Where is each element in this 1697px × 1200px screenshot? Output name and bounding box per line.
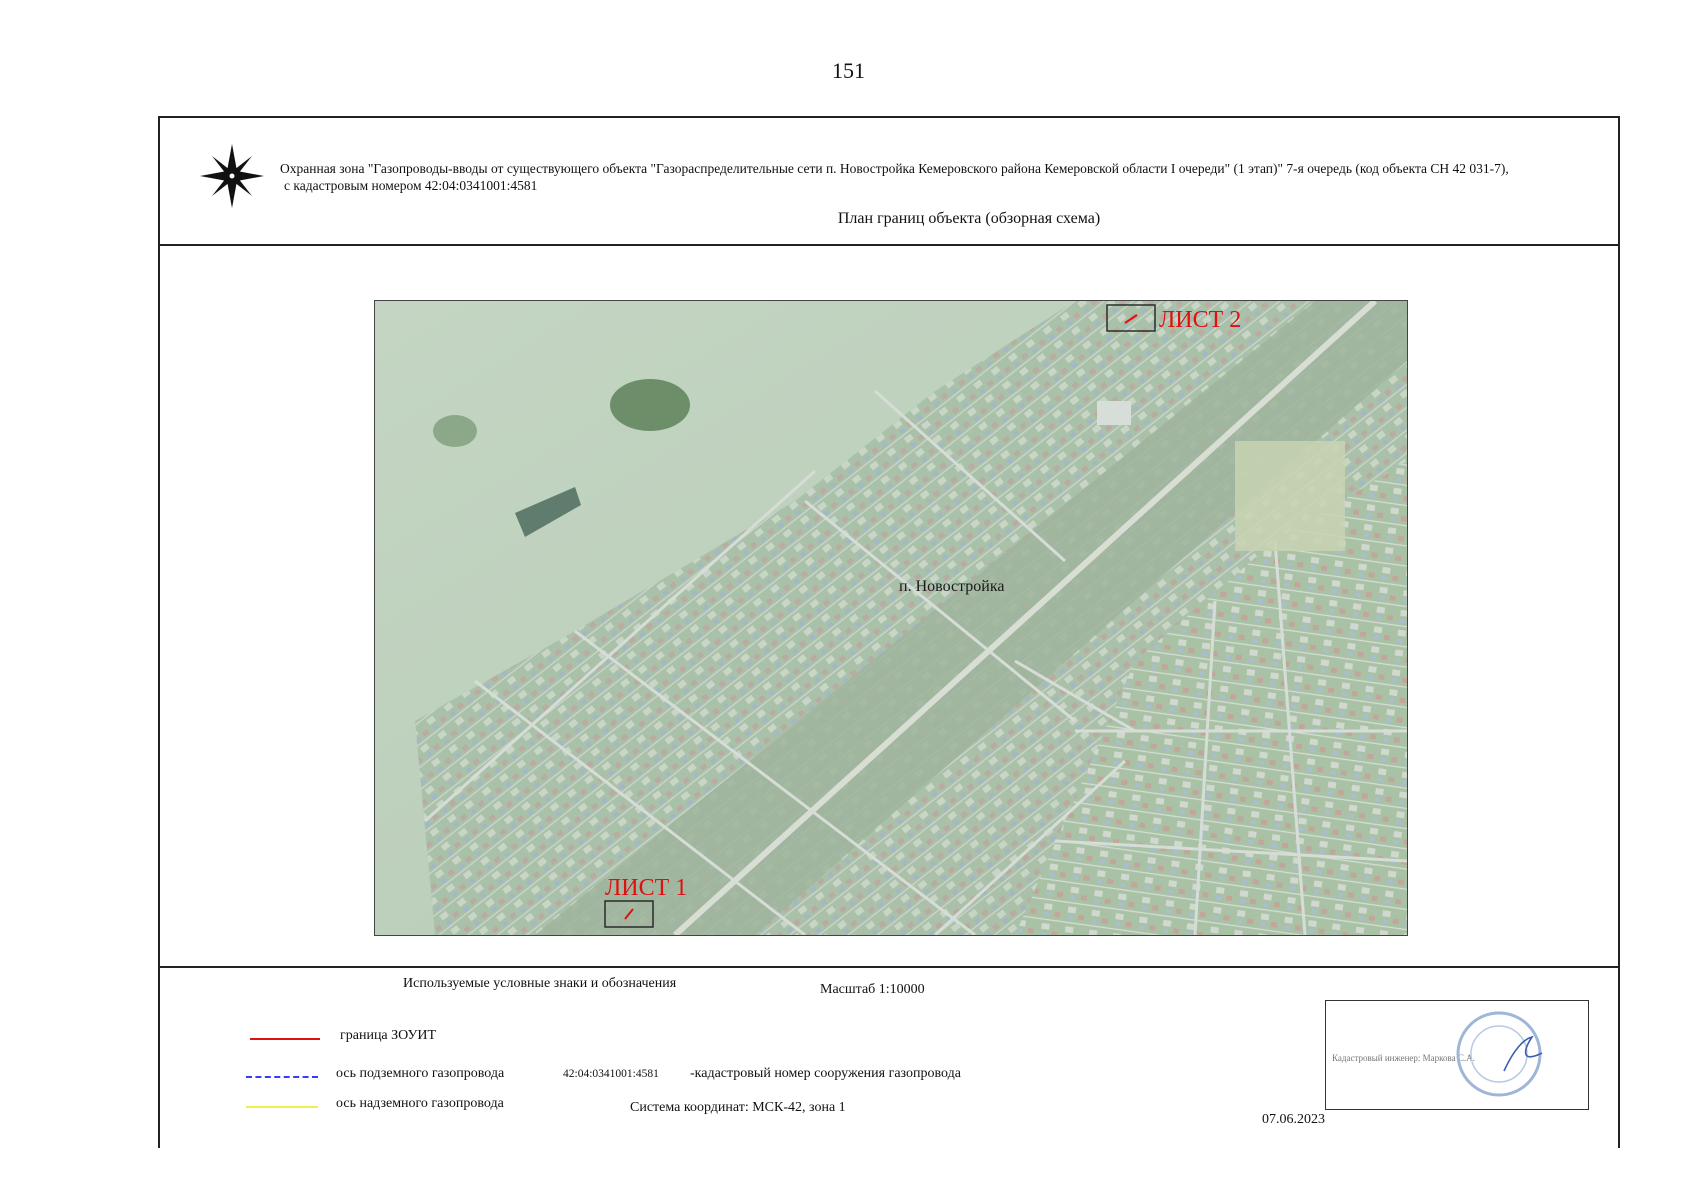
legend-title: Используемые условные знаки и обозначени…	[403, 976, 677, 991]
tree-cluster	[433, 415, 477, 447]
map-subtitle: План границ объекта (обзорная схема)	[837, 210, 1101, 227]
title-line-2: с кадастровым номером 42:04:0341001:4581	[284, 178, 538, 193]
legend-label-aboveground-pipe: ось надземного газопровода	[336, 1096, 504, 1111]
signature-stamp: Кадастровый инженер: Маркова С.А.	[1325, 1000, 1589, 1110]
school-building	[1097, 401, 1131, 425]
place-label: п. Новостройка	[899, 578, 1004, 595]
legend-block: Используемые условные знаки и обозначени…	[160, 966, 1618, 1150]
legend-label-underground-pipe: ось подземного газопровода	[336, 1066, 505, 1081]
forest-patch	[610, 379, 690, 431]
legend-swatch-aboveground-pipe	[246, 1106, 318, 1108]
drawing-frame: Охранная зона "Газопроводы-вводы от суще…	[158, 116, 1620, 1148]
map-scale: Масштаб 1:10000	[820, 982, 925, 997]
coordinate-system: Система координат: МСК-42, зона 1	[630, 1100, 846, 1115]
title-block: Охранная зона "Газопроводы-вводы от суще…	[160, 118, 1618, 246]
cadastral-sample: 42:04:0341001:4581	[563, 1068, 659, 1080]
legend-swatch-zouit-boundary	[250, 1038, 320, 1040]
satellite-map: п. Новостройка ЛИСТ 1 ЛИСТ 2	[374, 300, 1408, 936]
legend-label-zouit-boundary: граница ЗОУИТ	[340, 1028, 437, 1043]
cadastral-description: -кадастровый номер сооружения газопровод…	[690, 1066, 961, 1081]
document-date: 07.06.2023	[1262, 1112, 1325, 1127]
legend-swatch-underground-pipe	[246, 1076, 318, 1078]
title-line-1: Охранная зона "Газопроводы-вводы от суще…	[280, 161, 1509, 176]
signature-icon	[1503, 1035, 1543, 1072]
sheet2-label[interactable]: ЛИСТ 2	[1159, 307, 1241, 333]
compass-rose-icon	[200, 144, 264, 208]
map-title: Охранная зона "Газопроводы-вводы от суще…	[280, 160, 1610, 194]
seal-icon	[1456, 1011, 1543, 1097]
sports-field	[1235, 441, 1345, 551]
map-canvas: п. Новостройка ЛИСТ 1 ЛИСТ 2	[375, 301, 1407, 935]
page-number: 151	[832, 58, 865, 83]
sheet1-label[interactable]: ЛИСТ 1	[605, 875, 687, 901]
